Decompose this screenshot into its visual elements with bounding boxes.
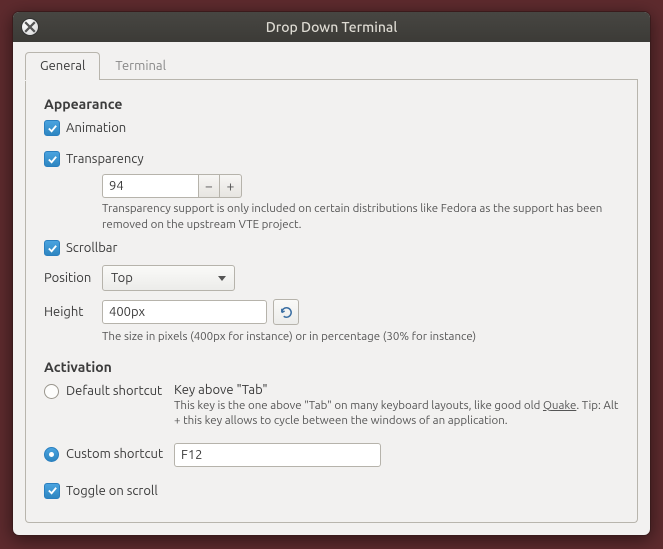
check-icon <box>47 485 58 496</box>
checkbox-transparency[interactable] <box>44 151 60 167</box>
row-height: Height <box>44 299 619 325</box>
position-select[interactable]: Top <box>102 265 235 291</box>
quake-link[interactable]: Quake <box>543 399 576 412</box>
label-scrollbar[interactable]: Scrollbar <box>66 240 117 257</box>
section-activation-title: Activation <box>44 359 619 375</box>
check-icon <box>47 154 58 165</box>
revert-icon <box>279 305 294 320</box>
checkbox-animation[interactable] <box>44 120 60 136</box>
tab-general[interactable]: General <box>25 52 100 80</box>
transparency-input[interactable] <box>102 174 198 198</box>
label-position: Position <box>44 271 102 285</box>
close-button[interactable] <box>21 18 39 36</box>
row-scrollbar: Scrollbar <box>44 240 619 257</box>
label-animation[interactable]: Animation <box>66 120 126 137</box>
row-default-shortcut: Default shortcut Key above "Tab" This ke… <box>44 383 619 429</box>
check-icon <box>47 123 58 134</box>
window-body: General Terminal Appearance Animation Tr… <box>13 42 650 536</box>
row-transparency: Transparency <box>44 151 619 168</box>
default-shortcut-key: Key above "Tab" <box>174 383 619 397</box>
custom-shortcut-input[interactable] <box>174 443 381 467</box>
row-position: Position Top <box>44 265 619 291</box>
label-toggle-scroll[interactable]: Toggle on scroll <box>66 483 158 500</box>
row-animation: Animation <box>44 120 619 137</box>
radio-custom-shortcut[interactable] <box>44 447 59 462</box>
tabstrip: General Terminal <box>25 52 638 80</box>
checkbox-scrollbar[interactable] <box>44 240 60 256</box>
transparency-increment[interactable]: + <box>220 174 242 198</box>
label-custom-shortcut[interactable]: Custom shortcut <box>66 446 163 463</box>
height-input[interactable] <box>102 300 267 324</box>
default-shortcut-hint: This key is the one above "Tab" on many … <box>174 398 619 429</box>
position-value: Top <box>111 271 133 285</box>
revert-height-button[interactable] <box>273 299 299 325</box>
window-title: Drop Down Terminal <box>13 19 650 35</box>
close-icon <box>22 19 38 35</box>
titlebar: Drop Down Terminal <box>13 12 650 42</box>
transparency-hint: Transparency support is only included on… <box>102 201 619 232</box>
height-hint: The size in pixels (400px for instance) … <box>102 329 619 345</box>
settings-window: Drop Down Terminal General Terminal Appe… <box>12 11 651 536</box>
section-appearance-title: Appearance <box>44 96 619 112</box>
checkbox-toggle-scroll[interactable] <box>44 483 60 499</box>
transparency-controls: − + Transparency support is only include… <box>102 174 619 232</box>
tab-content-general: Appearance Animation Transparency − + <box>25 80 638 523</box>
label-transparency[interactable]: Transparency <box>66 151 144 168</box>
tab-terminal[interactable]: Terminal <box>100 52 181 80</box>
check-icon <box>47 243 58 254</box>
row-toggle-scroll: Toggle on scroll <box>44 483 619 500</box>
row-custom-shortcut: Custom shortcut <box>44 443 619 467</box>
transparency-decrement[interactable]: − <box>198 174 220 198</box>
label-default-shortcut[interactable]: Default shortcut <box>66 383 162 400</box>
radio-default-shortcut[interactable] <box>44 384 59 399</box>
label-height: Height <box>44 305 102 319</box>
chevron-down-icon <box>218 276 226 281</box>
